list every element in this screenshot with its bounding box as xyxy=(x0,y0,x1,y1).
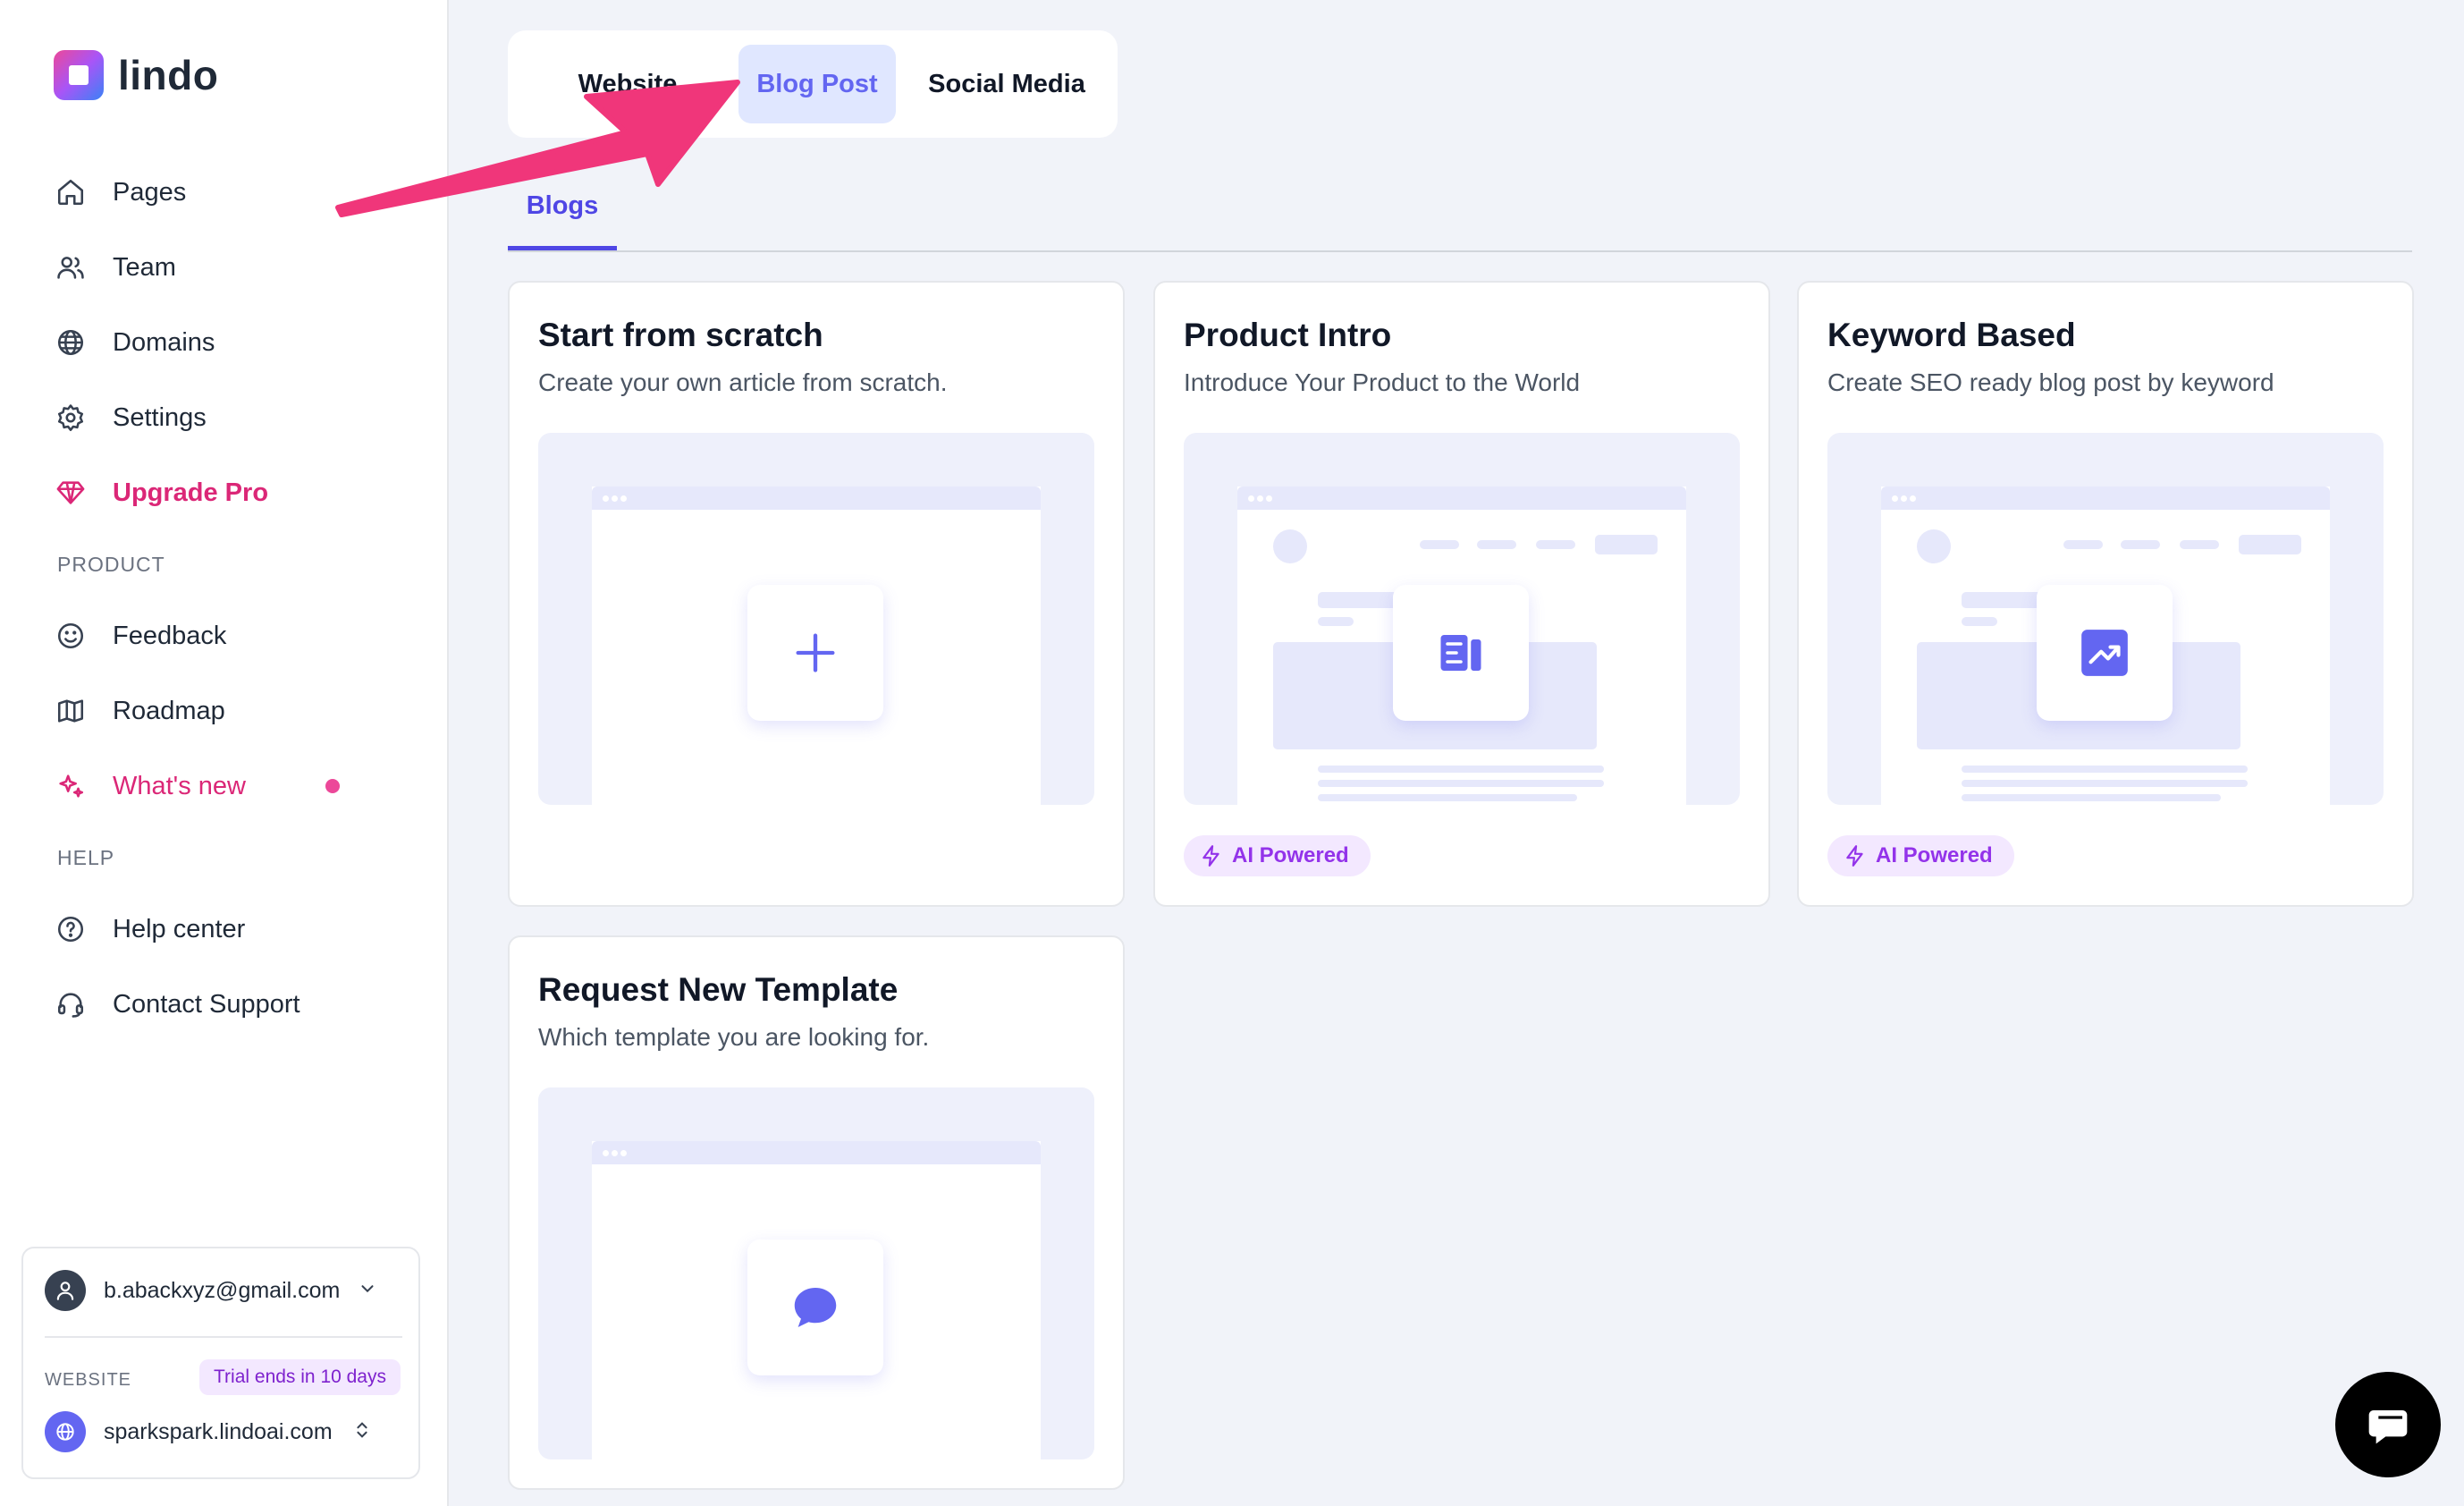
tab-social-media[interactable]: Social Media xyxy=(908,45,1105,123)
card-preview xyxy=(538,433,1094,805)
ai-powered-badge: AI Powered xyxy=(1184,835,1371,876)
sidebar-item-contact-support[interactable]: Contact Support xyxy=(54,982,402,1027)
account-email: b.abackxyz@gmail.com xyxy=(104,1277,341,1303)
template-card-product-intro[interactable]: Product Intro Introduce Your Product to … xyxy=(1153,281,1770,907)
sidebar-item-label: Roadmap xyxy=(113,696,225,725)
headset-icon xyxy=(54,987,88,1021)
gear-icon xyxy=(54,401,88,435)
chat-support-button[interactable] xyxy=(2335,1372,2441,1477)
sidebar-item-domains[interactable]: Domains xyxy=(54,320,402,365)
template-card-keyword-based[interactable]: Keyword Based Create SEO ready blog post… xyxy=(1797,281,2414,907)
plus-icon xyxy=(747,585,883,721)
trending-up-icon xyxy=(2037,585,2173,721)
sparkle-icon xyxy=(54,769,88,803)
account-switcher[interactable]: b.abackxyz@gmail.com xyxy=(45,1270,377,1311)
website-label: WEBSITE xyxy=(45,1370,132,1390)
sidebar-item-label: What's new xyxy=(113,771,246,800)
section-label-help: HELP xyxy=(57,846,115,869)
divider xyxy=(45,1336,402,1338)
sidebar-item-help-center[interactable]: Help center xyxy=(54,907,402,952)
website-switcher[interactable]: sparkspark.lindoai.com xyxy=(45,1411,372,1452)
card-title: Product Intro xyxy=(1184,317,1392,353)
globe-icon xyxy=(54,326,88,360)
sidebar-item-feedback[interactable]: Feedback xyxy=(54,613,402,658)
diamond-icon xyxy=(54,476,88,510)
avatar xyxy=(45,1270,86,1311)
new-indicator-dot xyxy=(325,779,340,793)
website-domain: sparkspark.lindoai.com xyxy=(104,1418,333,1444)
template-type-tabs: Website Blog Post Social Media xyxy=(508,30,1118,138)
sidebar-item-label: Feedback xyxy=(113,621,227,650)
card-description: Create your own article from scratch. xyxy=(538,368,948,396)
logo[interactable]: lindo xyxy=(54,50,218,100)
card-preview xyxy=(538,1087,1094,1459)
question-circle-icon xyxy=(54,912,88,946)
smiley-icon xyxy=(54,619,88,653)
sidebar-item-pages[interactable]: Pages xyxy=(54,170,402,215)
sidebar-item-upgrade-pro[interactable]: Upgrade Pro xyxy=(54,470,402,515)
sidebar-item-label: Team xyxy=(113,252,176,282)
globe-icon xyxy=(45,1411,86,1452)
brand-name: lindo xyxy=(118,52,219,98)
sidebar-item-roadmap[interactable]: Roadmap xyxy=(54,689,402,733)
logo-icon xyxy=(54,50,104,100)
card-title: Keyword Based xyxy=(1827,317,2076,353)
badge-label: AI Powered xyxy=(1232,843,1349,867)
card-preview xyxy=(1827,433,2384,805)
card-title: Request New Template xyxy=(538,971,899,1008)
sidebar-item-label: Upgrade Pro xyxy=(113,478,269,507)
sidebar-item-label: Settings xyxy=(113,402,207,432)
card-description: Create SEO ready blog post by keyword xyxy=(1827,368,2274,396)
ai-powered-badge: AI Powered xyxy=(1827,835,2014,876)
card-title: Start from scratch xyxy=(538,317,823,353)
card-description: Which template you are looking for. xyxy=(538,1023,930,1051)
users-icon xyxy=(54,250,88,284)
tab-website[interactable]: Website xyxy=(522,45,733,123)
badge-label: AI Powered xyxy=(1876,843,1993,867)
card-preview xyxy=(1184,433,1740,805)
sidebar-item-whats-new[interactable]: What's new xyxy=(54,764,402,808)
sidebar-item-label: Contact Support xyxy=(113,989,300,1019)
sidebar-item-label: Domains xyxy=(113,327,215,357)
sidebar: lindo Pages Team Domains Settings Upgrad… xyxy=(0,0,449,1506)
template-card-request-new-template[interactable]: Request New Template Which template you … xyxy=(508,935,1125,1490)
tab-blog-post[interactable]: Blog Post xyxy=(738,45,896,123)
account-panel: b.abackxyz@gmail.com WEBSITE Trial ends … xyxy=(21,1247,420,1479)
template-card-start-from-scratch[interactable]: Start from scratch Create your own artic… xyxy=(508,281,1125,907)
card-description: Introduce Your Product to the World xyxy=(1184,368,1581,396)
chevron-up-down-icon xyxy=(352,1418,372,1446)
section-label-product: PRODUCT xyxy=(57,553,165,576)
home-icon xyxy=(54,175,88,209)
chat-bubble-icon xyxy=(747,1239,883,1375)
chevron-down-icon xyxy=(358,1279,377,1303)
sidebar-item-settings[interactable]: Settings xyxy=(54,395,402,440)
chat-icon xyxy=(2368,1410,2408,1444)
sidebar-item-team[interactable]: Team xyxy=(54,245,402,290)
lightning-icon xyxy=(1846,845,1863,867)
trial-badge: Trial ends in 10 days xyxy=(199,1359,401,1395)
sidebar-item-label: Help center xyxy=(113,914,246,943)
lightning-icon xyxy=(1202,845,1219,867)
map-icon xyxy=(54,694,88,728)
category-tabs: Blogs xyxy=(508,179,2412,252)
article-icon xyxy=(1393,585,1529,721)
tab-blogs[interactable]: Blogs xyxy=(508,191,617,250)
sidebar-item-label: Pages xyxy=(113,177,187,207)
